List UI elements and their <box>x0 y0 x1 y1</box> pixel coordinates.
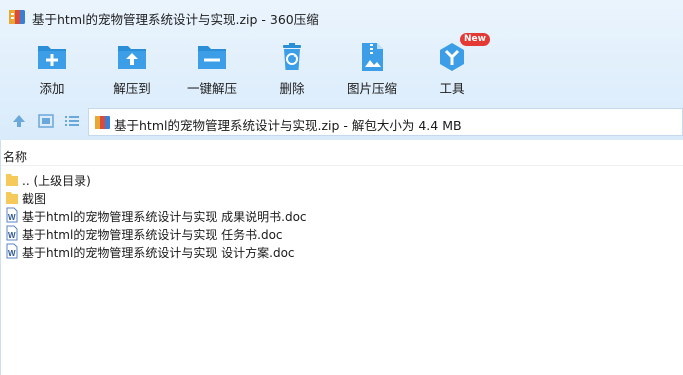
list-item[interactable]: 截图 <box>1 188 683 206</box>
folder-icon <box>6 192 18 204</box>
file-name: 截图 <box>22 192 47 206</box>
path-text: 基于html的宠物管理系统设计与实现.zip - 解包大小为 4.4 MB <box>114 118 462 133</box>
delete-label: 删除 <box>279 81 305 96</box>
add-icon <box>38 46 66 69</box>
file-name: 基于html的宠物管理系统设计与实现 成果说明书.doc <box>22 210 307 224</box>
archive-app-icon <box>9 10 25 24</box>
word-document-icon: W <box>6 207 18 223</box>
toolbar: 添加 解压到 一键解压 删除 图片压缩 New 工具 <box>0 33 683 98</box>
image-compress-button[interactable]: 图片压缩 <box>336 36 408 98</box>
window-title: 基于html的宠物管理系统设计与实现.zip - 360压缩 <box>32 12 319 27</box>
extract-to-icon <box>118 46 146 69</box>
extract-to-label: 解压到 <box>113 81 151 96</box>
new-badge: New <box>460 33 490 46</box>
list-item[interactable]: W 基于html的宠物管理系统设计与实现 成果说明书.doc <box>1 206 683 224</box>
svg-text:W: W <box>8 231 16 240</box>
tools-button[interactable]: New 工具 <box>416 33 490 98</box>
thumbnail-view-icon[interactable] <box>38 113 54 129</box>
list-item[interactable]: W 基于html的宠物管理系统设计与实现 设计方案.doc <box>1 242 683 260</box>
archive-icon <box>95 116 110 129</box>
file-list: 名称 .. (上级目录) 截图 W 基于html的宠物管理系统设计与实现 成果说… <box>0 140 683 375</box>
title-bar: 基于html的宠物管理系统设计与实现.zip - 360压缩 <box>0 0 683 32</box>
path-bar[interactable]: 基于html的宠物管理系统设计与实现.zip - 解包大小为 4.4 MB <box>88 108 683 136</box>
file-name: .. (上级目录) <box>22 174 91 188</box>
navigation-bar: 基于html的宠物管理系统设计与实现.zip - 解包大小为 4.4 MB <box>0 106 683 136</box>
top-area: 基于html的宠物管理系统设计与实现.zip - 360压缩 添加 解压到 一键… <box>0 0 683 140</box>
one-click-extract-button[interactable]: 一键解压 <box>176 36 248 98</box>
word-document-icon: W <box>6 243 18 259</box>
recycle-bin-icon <box>283 43 301 70</box>
one-click-extract-icon <box>198 46 226 69</box>
svg-text:W: W <box>8 213 16 222</box>
svg-text:W: W <box>8 249 16 258</box>
list-view-icon[interactable] <box>64 113 80 129</box>
tools-label: 工具 <box>439 81 465 96</box>
add-button[interactable]: 添加 <box>16 36 88 98</box>
column-header[interactable]: 名称 <box>1 140 683 166</box>
extract-to-button[interactable]: 解压到 <box>96 36 168 98</box>
file-name: 基于html的宠物管理系统设计与实现 设计方案.doc <box>22 246 295 260</box>
one-click-extract-label: 一键解压 <box>186 81 237 96</box>
image-compress-label: 图片压缩 <box>346 81 397 96</box>
list-item[interactable]: .. (上级目录) <box>1 170 683 188</box>
column-name[interactable]: 名称 <box>3 148 27 165</box>
word-document-icon: W <box>6 225 18 241</box>
up-arrow-icon[interactable] <box>11 113 27 129</box>
add-label: 添加 <box>39 81 65 96</box>
image-compress-icon <box>362 43 383 71</box>
file-name: 基于html的宠物管理系统设计与实现 任务书.doc <box>22 228 283 242</box>
folder-icon <box>6 174 18 186</box>
delete-button[interactable]: 删除 <box>256 36 328 98</box>
list-item[interactable]: W 基于html的宠物管理系统设计与实现 任务书.doc <box>1 224 683 242</box>
